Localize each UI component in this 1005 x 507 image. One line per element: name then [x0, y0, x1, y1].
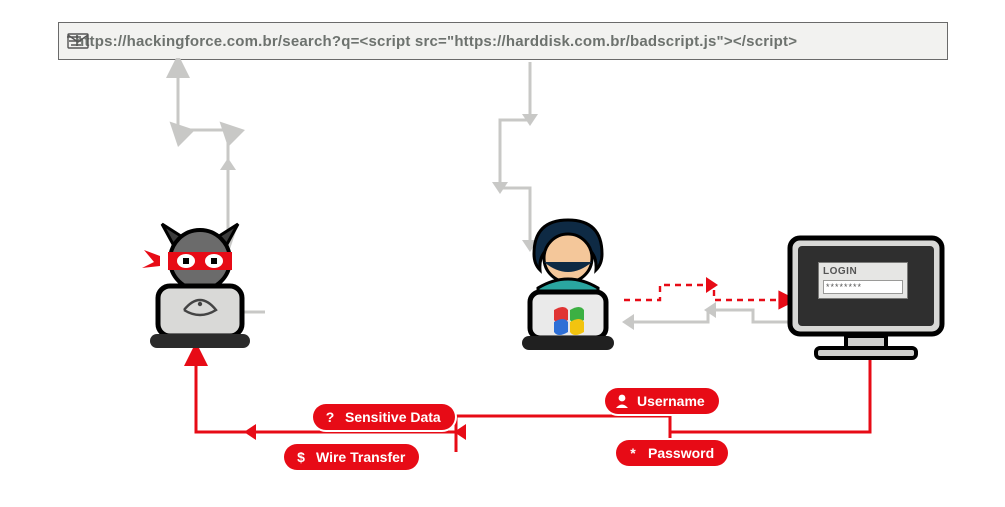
server-monitor-icon: [776, 228, 956, 378]
badge-sensitive-label: Sensitive Data: [345, 409, 441, 425]
badge-password: * Password: [616, 440, 728, 466]
url-text: https://hackingforce.com.br/search?q=<sc…: [67, 33, 797, 50]
login-title: LOGIN: [819, 263, 907, 278]
badge-password-label: Password: [648, 445, 714, 461]
login-panel: LOGIN ********: [818, 262, 908, 299]
person-icon: [613, 392, 631, 410]
url-bar: https://hackingforce.com.br/search?q=<sc…: [58, 22, 948, 60]
question-icon: ?: [321, 408, 339, 426]
flow-victim-to-server: [618, 275, 798, 315]
badge-username: Username: [605, 388, 719, 414]
badge-username-label: Username: [637, 393, 705, 409]
badge-wire-transfer: $ Wire Transfer: [284, 444, 419, 470]
dollar-icon: $: [292, 448, 310, 466]
login-masked-field: ********: [823, 280, 903, 294]
badge-wire-label: Wire Transfer: [316, 449, 405, 465]
asterisk-icon: *: [624, 444, 642, 462]
attacker-icon: [130, 216, 270, 356]
mail-icon: [67, 33, 89, 49]
victim-icon: [498, 210, 638, 360]
badge-sensitive-data: ? Sensitive Data: [313, 404, 455, 430]
